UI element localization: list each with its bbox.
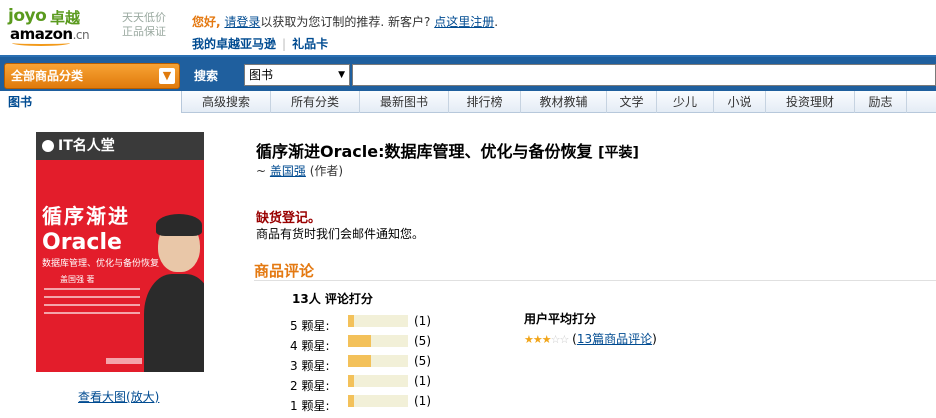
- histogram-bar-fill: [348, 335, 372, 347]
- histogram-bar: [348, 335, 408, 347]
- book-cover-image[interactable]: IT名人堂 循序渐进 Oracle 数据库管理、优化与备份恢复 盖国强 著: [36, 132, 204, 372]
- cover-author-photo: [144, 212, 204, 372]
- histogram-row-count: (5): [414, 354, 431, 368]
- histogram-row[interactable]: 3 颗星: (5): [290, 354, 450, 374]
- greeting-bar: 您好, 请登录以获取为您订制的推荐. 新客户? 点这里注册.: [192, 15, 499, 29]
- histogram-bar-fill: [348, 315, 354, 327]
- site-logo[interactable]: joyo 卓越 amazon.cn: [8, 6, 120, 46]
- login-link[interactable]: 请登录: [224, 15, 260, 29]
- dropdown-arrow-icon: ▼: [338, 70, 345, 80]
- binding-type: [平装]: [598, 145, 639, 161]
- gift-card-link[interactable]: 礼品卡: [292, 37, 328, 51]
- subnav-current-books[interactable]: 图书: [0, 91, 182, 113]
- search-label: 搜索: [194, 69, 219, 83]
- histogram-row-label: 2 颗星:: [290, 379, 330, 393]
- logo-joyo-text: joyo: [8, 6, 47, 26]
- slogan: 天天低价 正品保证: [122, 11, 166, 38]
- cover-subtitle: 数据库管理、优化与备份恢复: [42, 259, 160, 269]
- histogram-row[interactable]: 2 颗星: (1): [290, 374, 450, 394]
- subnav-item-children[interactable]: 少儿: [657, 91, 714, 113]
- subnav-item-new-books[interactable]: 最新图书: [360, 91, 449, 113]
- histogram-bar: [348, 375, 408, 387]
- cover-logo-icon: [42, 140, 54, 152]
- histogram-row-count: (1): [414, 394, 431, 408]
- subnav-item-advanced-search[interactable]: 高级搜索: [182, 91, 271, 113]
- greeting-hello: 您好,: [192, 15, 221, 29]
- histogram-row-count: (1): [414, 374, 431, 388]
- cover-big-title: Oracle: [42, 230, 122, 255]
- subnav-item-investing[interactable]: 投资理财: [766, 91, 855, 113]
- stock-notice: 商品有货时我们会邮件通知您。: [256, 227, 425, 241]
- my-account-link[interactable]: 我的卓越亚马逊: [192, 37, 276, 51]
- search-input[interactable]: [352, 64, 936, 86]
- greeting-text: 以获取为您订制的推荐. 新客户?: [260, 15, 431, 29]
- cover-series-band: IT名人堂: [36, 132, 204, 160]
- register-link[interactable]: 点这里注册: [434, 15, 494, 29]
- subnav-item-all-categories[interactable]: 所有分类: [271, 91, 360, 113]
- star-rating-icon: ★★★☆☆: [524, 333, 569, 346]
- histogram-bar: [348, 355, 408, 367]
- reviews-heading: 商品评论: [254, 262, 315, 280]
- histogram-bar: [348, 315, 408, 327]
- search-bar: 全部商品分类 ▼ 搜索 图书 ▼: [0, 55, 936, 91]
- byline: ~ 盖国强 (作者): [256, 164, 344, 178]
- histogram-bar-fill: [348, 355, 372, 367]
- histogram-bar-fill: [348, 395, 354, 407]
- view-large-image-link[interactable]: 查看大图(放大): [78, 388, 159, 405]
- subnav-item-textbooks[interactable]: 教材教辅: [521, 91, 607, 113]
- divider: |: [282, 37, 287, 51]
- histogram-bar-fill: [348, 375, 354, 387]
- histogram-row-label: 1 颗星:: [290, 399, 330, 413]
- divider: [254, 280, 936, 281]
- review-count-label: 13人 评论打分: [292, 292, 373, 306]
- subnav-item-bestsellers[interactable]: 排行榜: [449, 91, 521, 113]
- logo-smile-icon: [12, 40, 70, 46]
- cover-author: 盖国强 著: [60, 275, 95, 284]
- subnav-item-literature[interactable]: 文学: [607, 91, 657, 113]
- product-title: 循序渐进Oracle:数据库管理、优化与备份恢复 [平装]: [256, 142, 639, 161]
- average-rating: ★★★☆☆ (13篇商品评论): [524, 332, 657, 346]
- histogram-bar: [348, 395, 408, 407]
- all-reviews-link[interactable]: 13篇商品评论: [577, 332, 652, 346]
- author-role: (作者): [309, 164, 344, 178]
- histogram-row-label: 3 颗星:: [290, 359, 330, 373]
- histogram-row[interactable]: 4 颗星: (5): [290, 334, 450, 354]
- histogram-row[interactable]: 5 颗星: (1): [290, 314, 450, 334]
- subnav-item-self-help[interactable]: 励志: [855, 91, 907, 113]
- category-subnav: 图书 高级搜索 所有分类 最新图书 排行榜 教材教辅 文学 少儿 小说 投资理财…: [0, 91, 936, 113]
- out-of-stock-status: 缺货登记。: [256, 211, 322, 226]
- author-link[interactable]: 盖国强: [270, 164, 306, 178]
- subnav-item-fiction[interactable]: 小说: [714, 91, 766, 113]
- histogram-row-count: (1): [414, 314, 431, 328]
- histogram-row[interactable]: 1 颗星: (1): [290, 394, 450, 414]
- cover-publisher-mark: [106, 358, 142, 364]
- histogram-row-label: 4 颗星:: [290, 339, 330, 353]
- cover-handwritten-title: 循序渐进: [42, 204, 130, 228]
- top-links: 我的卓越亚马逊 | 礼品卡: [192, 35, 328, 52]
- chevron-down-icon: ▼: [159, 68, 175, 84]
- all-categories-button[interactable]: 全部商品分类 ▼: [4, 63, 180, 89]
- cover-blurb-lines: [44, 288, 140, 328]
- histogram-row-count: (5): [414, 334, 431, 348]
- search-scope-select[interactable]: 图书 ▼: [244, 64, 350, 86]
- average-rating-heading: 用户平均打分: [524, 312, 597, 326]
- histogram-row-label: 5 颗星:: [290, 319, 330, 333]
